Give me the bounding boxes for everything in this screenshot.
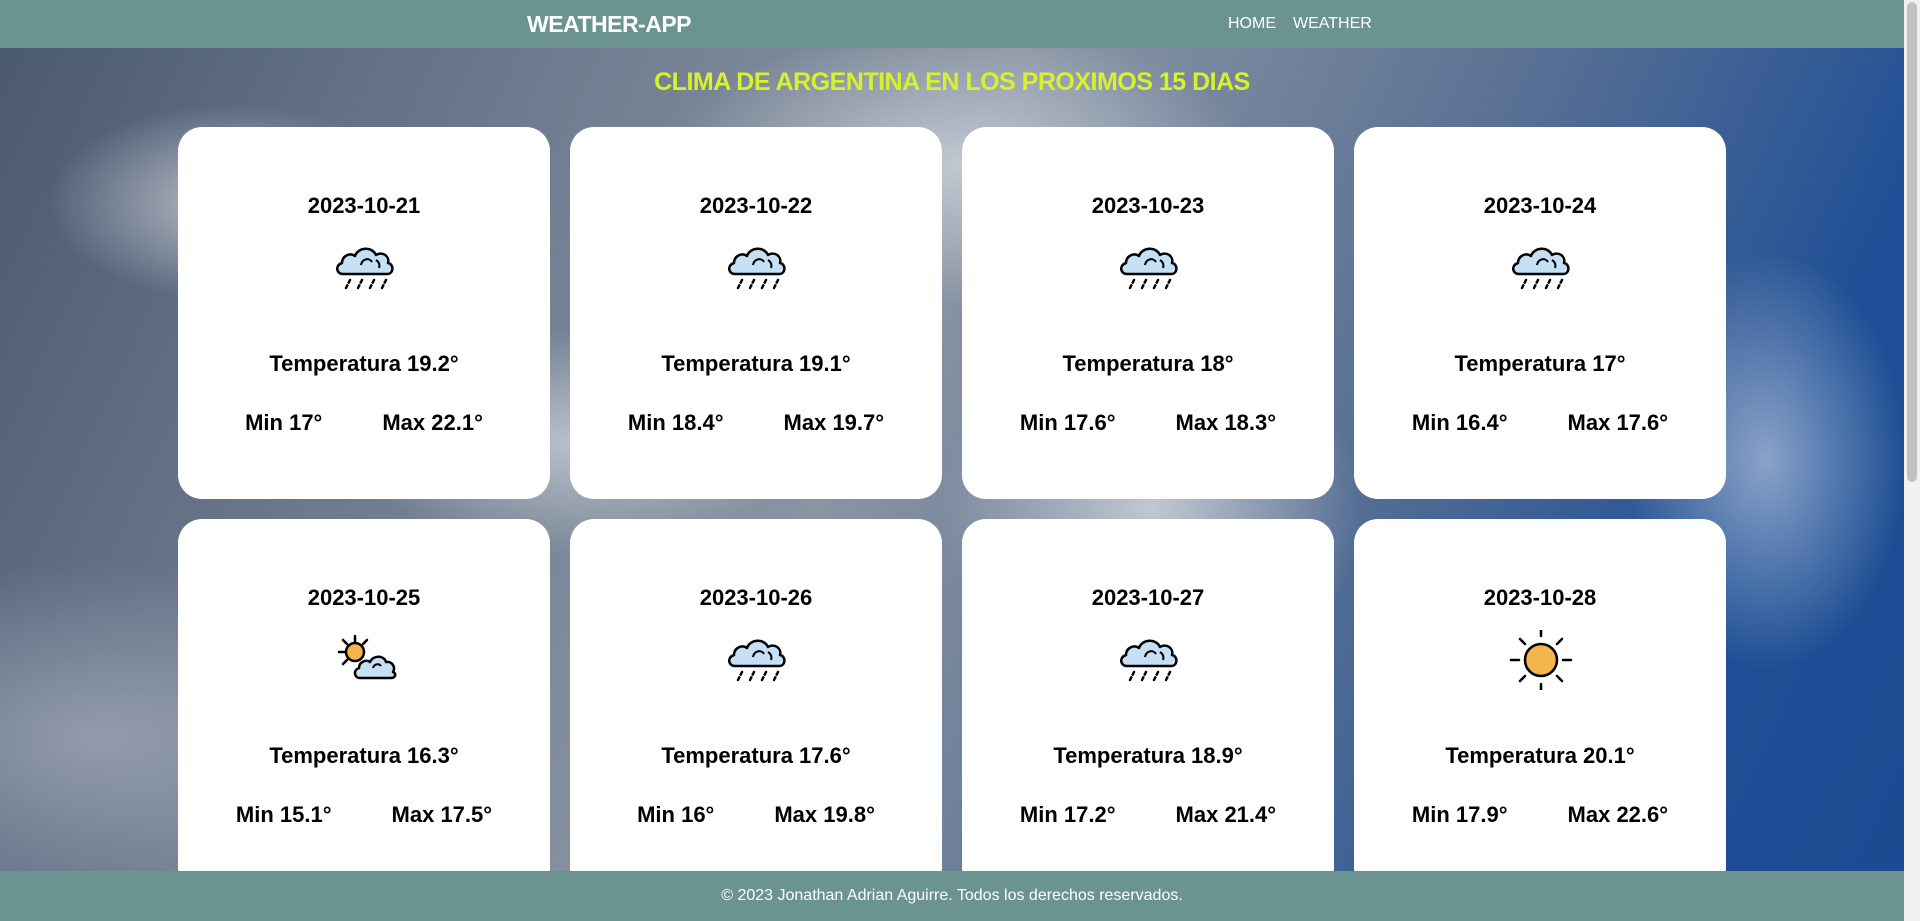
card-min: Min 18.4° [627,410,724,435]
card-max: Max 17.5° [391,802,493,827]
footer-copyright: © 2023 Jonathan Adrian Aguirre. Todos lo… [721,887,1183,904]
card-min-max: Min 17.6° Max 18.3° [962,410,1334,436]
card-max: Max 19.8° [774,802,875,827]
forecast-card: 2023-10-24 Temperatura 17° Min 16.4° Max… [1354,127,1726,499]
card-min-max: Min 16° Max 19.8° [570,802,942,828]
card-date: 2023-10-22 [699,193,813,218]
card-min: Min 17.2° [1019,802,1116,827]
card-temperature: Temperatura 18.9° [1053,743,1243,768]
card-date: 2023-10-26 [699,585,813,610]
rain-cloud-icon [1117,630,1181,690]
rain-cloud-icon [1509,238,1573,298]
rain-cloud-icon [725,238,789,298]
card-max: Max 18.3° [1175,410,1277,435]
card-temperature: Temperatura 19.2° [269,351,459,376]
footer: © 2023 Jonathan Adrian Aguirre. Todos lo… [0,871,1904,921]
card-max: Max 17.6° [1567,410,1669,435]
card-min: Min 16° [637,802,715,827]
card-date: 2023-10-23 [1091,193,1205,218]
forecast-card: 2023-10-25 Temperatura 16.3° Min 15.1° M… [178,519,550,891]
card-max: Max 22.6° [1567,802,1669,827]
forecast-card: 2023-10-22 Temperatura 19.1° Min 18.4° M… [570,127,942,499]
rain-cloud-icon [1117,238,1181,298]
card-min: Min 15.1° [235,802,332,827]
forecast-card: 2023-10-28 Temperatura 20.1° Min 17.9° M… [1354,519,1726,891]
card-temperature: Temperatura 16.3° [269,743,459,768]
card-min: Min 17° [245,410,323,435]
card-temperature: Temperatura 17° [1454,351,1626,376]
card-min-max: Min 15.1° Max 17.5° [178,802,550,828]
partly-cloudy-icon [333,630,397,690]
nav-link-weather[interactable]: WEATHER [1293,15,1372,33]
card-date: 2023-10-28 [1483,585,1597,610]
card-temperature: Temperatura 20.1° [1445,743,1635,768]
card-min: Min 16.4° [1411,410,1508,435]
card-min: Min 17.6° [1019,410,1116,435]
card-temperature: Temperatura 18° [1062,351,1234,376]
card-max: Max 19.7° [783,410,885,435]
page-scrollbar[interactable] [1904,0,1920,921]
card-min-max: Min 17.9° Max 22.6° [1354,802,1726,828]
card-min-max: Min 17° Max 22.1° [178,410,550,436]
card-temperature: Temperatura 17.6° [661,743,851,768]
forecast-card: 2023-10-21 Temperatura 19.2° Min 17° Max… [178,127,550,499]
brand-logo[interactable]: WEATHER-APP [527,11,692,38]
card-max: Max 21.4° [1175,802,1277,827]
card-max: Max 22.1° [382,410,483,435]
page-title: CLIMA DE ARGENTINA EN LOS PROXIMOS 15 DI… [654,68,1250,96]
card-temperature: Temperatura 19.1° [661,351,851,376]
card-date: 2023-10-24 [1483,193,1597,218]
card-min-max: Min 17.2° Max 21.4° [962,802,1334,828]
card-min-max: Min 18.4° Max 19.7° [570,410,942,436]
rain-cloud-icon [725,630,789,690]
card-min: Min 17.9° [1411,802,1508,827]
nav-link-home[interactable]: HOME [1228,15,1276,33]
sun-icon [1509,626,1573,694]
card-date: 2023-10-25 [307,585,421,610]
forecast-card: 2023-10-27 Temperatura 18.9° Min 17.2° M… [962,519,1334,891]
navbar: WEATHER-APP HOME WEATHER [0,0,1904,48]
forecast-card: 2023-10-23 Temperatura 18° Min 17.6° Max… [962,127,1334,499]
card-min-max: Min 16.4° Max 17.6° [1354,410,1726,436]
forecast-card: 2023-10-26 Temperatura 17.6° Min 16° Max… [570,519,942,891]
card-date: 2023-10-21 [307,193,421,218]
rain-cloud-icon [333,238,397,298]
scrollbar-thumb[interactable] [1907,2,1917,482]
card-date: 2023-10-27 [1091,585,1205,610]
